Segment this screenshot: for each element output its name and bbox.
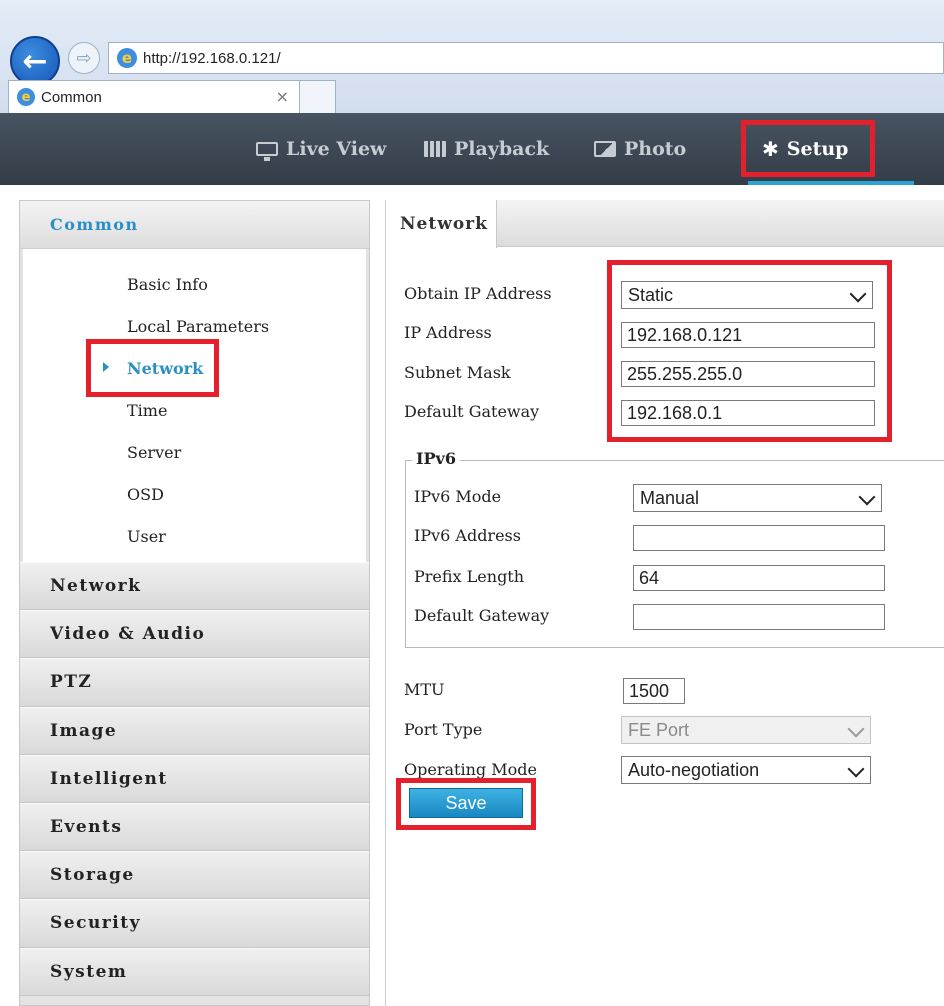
sidebar-item-local-parameters[interactable]: Local Parameters (23, 305, 366, 347)
film-icon (424, 141, 446, 157)
forward-arrow-icon: ⇨ (76, 47, 92, 69)
obtain-ip-value: Static (628, 284, 674, 305)
sidebar-section-video-audio[interactable]: Video & Audio (20, 610, 369, 659)
active-tab-indicator (748, 181, 914, 185)
operating-mode-value: Auto-negotiation (628, 759, 760, 780)
port-type-value: FE Port (628, 719, 690, 740)
sidebar-section-storage[interactable]: Storage (20, 851, 369, 900)
sidebar-item-time[interactable]: Time (23, 389, 366, 431)
close-tab-icon[interactable]: × (276, 87, 289, 106)
tab-strip: e Common × (0, 80, 944, 113)
chevron-down-icon (847, 760, 865, 778)
save-button[interactable]: Save (409, 788, 523, 818)
ipv6-gateway-field[interactable] (633, 604, 885, 630)
content-tab-bar: Network (386, 200, 944, 248)
chevron-down-icon (858, 488, 876, 506)
nav-playback-label: Playback (454, 138, 550, 160)
nav-playback[interactable]: Playback (424, 113, 549, 185)
ipv6-address-field[interactable] (633, 525, 885, 551)
sidebar-section-ptz[interactable]: PTZ (20, 658, 369, 707)
default-gateway-label: Default Gateway (404, 402, 540, 421)
tab-network[interactable]: Network (386, 200, 497, 248)
app-header: Live View Playback Photo ✱ Setup (0, 113, 944, 185)
sidebar-submenu: Basic Info Local Parameters Network Time… (20, 249, 369, 562)
subnet-mask-field[interactable]: 255.255.255.0 (621, 361, 875, 387)
ipv6-mode-value: Manual (640, 487, 700, 508)
back-button[interactable]: ← (10, 36, 60, 86)
mtu-field[interactable]: 1500 (623, 678, 685, 704)
ie-icon: e (117, 48, 137, 68)
prefix-length-label: Prefix Length (414, 567, 525, 586)
sidebar-section-intelligent[interactable]: Intelligent (20, 754, 369, 803)
chevron-down-icon (847, 720, 865, 738)
gear-icon: ✱ (762, 137, 779, 161)
nav-live-view[interactable]: Live View (256, 113, 386, 185)
port-type-select: FE Port (621, 716, 871, 744)
ipv6-mode-select[interactable]: Manual (633, 484, 882, 512)
chevron-down-icon (849, 285, 867, 303)
mtu-label: MTU (404, 680, 445, 699)
operating-mode-select[interactable]: Auto-negotiation (621, 756, 871, 784)
sidebar-section-events[interactable]: Events (20, 802, 369, 852)
ip-address-label: IP Address (404, 323, 492, 342)
selected-arrow-icon (103, 362, 109, 372)
ipv6-legend: IPv6 (412, 449, 460, 468)
obtain-ip-select[interactable]: Static (621, 281, 873, 309)
tab-favicon-icon: e (17, 88, 35, 106)
sidebar-item-user[interactable]: User (23, 515, 366, 557)
back-arrow-icon: ← (22, 43, 48, 79)
sidebar-item-osd[interactable]: OSD (23, 473, 366, 515)
sidebar-header-common[interactable]: Common (20, 201, 369, 249)
port-type-label: Port Type (404, 720, 483, 739)
ip-address-field[interactable]: 192.168.0.121 (621, 322, 875, 348)
sidebar-item-basic-info[interactable]: Basic Info (23, 263, 366, 305)
ipv6-gateway-label: Default Gateway (414, 606, 550, 625)
url-text[interactable]: http://192.168.0.121/ (143, 50, 281, 67)
sidebar-item-server[interactable]: Server (23, 431, 366, 473)
sidebar-section-system[interactable]: System (20, 947, 369, 996)
sidebar: Common Basic Info Local Parameters Netwo… (19, 200, 370, 1006)
ipv6-mode-label: IPv6 Mode (414, 487, 502, 506)
default-gateway-field[interactable]: 192.168.0.1 (621, 400, 875, 426)
nav-setup[interactable]: ✱ Setup (762, 113, 848, 185)
sidebar-section-image[interactable]: Image (20, 706, 369, 755)
new-tab-button[interactable] (300, 80, 336, 113)
nav-live-view-label: Live View (286, 138, 387, 160)
monitor-icon (256, 142, 278, 161)
sidebar-item-network-label: Network (127, 358, 204, 378)
forward-button[interactable]: ⇨ (68, 42, 100, 74)
sidebar-section-security[interactable]: Security (20, 899, 369, 948)
operating-mode-label: Operating Mode (404, 760, 537, 779)
tab-title: Common (41, 88, 102, 106)
browser-tab[interactable]: e Common × (8, 80, 300, 113)
sidebar-item-network[interactable]: Network (23, 347, 366, 389)
nav-setup-label: Setup (786, 138, 849, 160)
obtain-ip-label: Obtain IP Address (404, 284, 552, 303)
address-bar[interactable]: e http://192.168.0.121/ (108, 42, 944, 74)
prefix-length-field[interactable]: 64 (633, 565, 885, 591)
browser-toolbar: ← ⇨ e http://192.168.0.121/ e Common × (0, 0, 944, 113)
photo-icon (594, 141, 616, 157)
nav-photo-label: Photo (624, 138, 687, 160)
sidebar-section-network[interactable]: Network (20, 562, 369, 611)
ipv6-address-label: IPv6 Address (414, 526, 521, 545)
subnet-mask-label: Subnet Mask (404, 363, 511, 382)
nav-photo[interactable]: Photo (594, 113, 686, 185)
